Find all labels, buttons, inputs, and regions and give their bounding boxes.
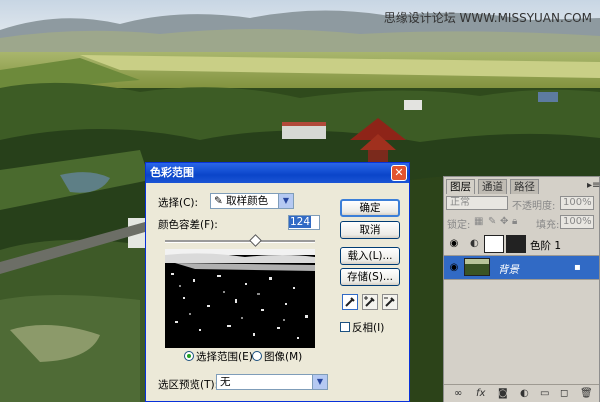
load-button[interactable]: 载入(L)... — [340, 247, 400, 265]
invert-checkbox[interactable] — [340, 322, 350, 332]
fill-input[interactable]: 100% — [560, 215, 594, 229]
opacity-input[interactable]: 100% — [560, 196, 594, 210]
chevron-down-icon: ▼ — [312, 375, 327, 389]
layer-name: 背景 — [498, 264, 519, 276]
eyedropper-icon[interactable] — [342, 294, 358, 310]
layer-row-levels[interactable]: ◉ ◐ 色阶 1 — [444, 232, 599, 256]
adjustment-layer-icon: ◐ — [470, 238, 479, 249]
dialog-title: 色彩范围 — [150, 166, 194, 179]
tolerance-slider-track[interactable] — [165, 240, 315, 243]
eye-icon[interactable]: ◉ — [448, 239, 460, 249]
lock-brush-icon[interactable]: ✎ — [488, 217, 496, 227]
cancel-button[interactable]: 取消 — [340, 221, 400, 239]
tolerance-label: 颜色容差(F): — [158, 219, 218, 231]
layers-footer: ∞ fx ◙ ◐ ▭ ◻ 🗑︎ — [444, 384, 599, 402]
eyedropper-plus-icon[interactable] — [362, 294, 378, 310]
select-value: 取样颜色 — [226, 195, 269, 207]
preview-mode-dropdown[interactable]: 无 ▼ — [216, 374, 328, 390]
eye-icon[interactable]: ◉ — [448, 263, 460, 273]
lock-label: 锁定: — [447, 220, 471, 231]
select-label: 选择(C): — [158, 197, 199, 209]
preview-mode-value: 无 — [220, 376, 231, 388]
fx-icon[interactable]: fx — [476, 389, 485, 399]
lock-all-icon[interactable]: 🔒︎ — [512, 217, 517, 227]
trash-icon[interactable]: 🗑︎ — [580, 389, 593, 399]
selection-preview — [165, 249, 315, 348]
lock-transparent-icon[interactable]: ▦ — [474, 217, 483, 227]
ok-button[interactable]: 确定 — [340, 199, 400, 217]
opacity-label: 不透明度: — [512, 201, 556, 212]
close-icon[interactable]: ✕ — [391, 165, 407, 181]
select-dropdown[interactable]: ✎ 取样颜色 ▼ — [210, 193, 294, 209]
radio-image[interactable] — [252, 351, 262, 361]
tab-channels[interactable]: 通道 — [478, 179, 507, 194]
mask-icon[interactable]: ◙ — [498, 389, 508, 399]
lock-move-icon[interactable]: ✥ — [500, 217, 508, 227]
save-button[interactable]: 存储(S)... — [340, 268, 400, 286]
tab-layers[interactable]: 图层 — [446, 179, 475, 194]
tolerance-value: 124 — [289, 216, 312, 228]
radio-selection-label: 选择范围(E) — [196, 351, 253, 363]
blend-mode-value: 正常 — [450, 197, 470, 208]
eyedropper-icon: ✎ — [214, 195, 223, 207]
tolerance-input[interactable]: 124 — [288, 215, 320, 230]
chain-icon — [484, 235, 504, 253]
new-layer-icon[interactable]: ◻ — [560, 389, 568, 399]
layer-thumbnail — [464, 258, 490, 276]
folder-icon[interactable]: ▭ — [540, 389, 549, 399]
fill-value: 100% — [563, 216, 592, 227]
fill-label: 填充: — [536, 220, 560, 231]
link-icon[interactable]: ∞ — [454, 389, 462, 399]
radio-selection[interactable] — [184, 351, 194, 361]
adjustment-icon[interactable]: ◐ — [520, 389, 529, 399]
dialog-titlebar[interactable]: 色彩范围 ✕ — [146, 163, 409, 183]
panel-menu-icon[interactable]: ▸≡ — [587, 181, 600, 191]
preview-mode-label: 选区预览(T): — [158, 379, 219, 391]
watermark-text: 思缘设计论坛 WWW.MISSYUAN.COM — [383, 11, 592, 25]
radio-image-label: 图像(M) — [264, 351, 303, 363]
layer-mask-thumbnail — [506, 235, 526, 253]
tab-paths[interactable]: 路径 — [510, 179, 539, 194]
chevron-down-icon: ▼ — [278, 194, 293, 208]
layer-row-background[interactable]: ◉ 背景 ▪ — [444, 256, 599, 280]
blend-mode-dropdown[interactable]: 正常 — [446, 196, 508, 210]
invert-label: 反相(I) — [352, 322, 385, 334]
eyedropper-minus-icon[interactable] — [382, 294, 398, 310]
opacity-value: 100% — [563, 197, 592, 208]
lock-icon: ▪ — [574, 262, 581, 273]
layer-name: 色阶 1 — [530, 240, 562, 252]
